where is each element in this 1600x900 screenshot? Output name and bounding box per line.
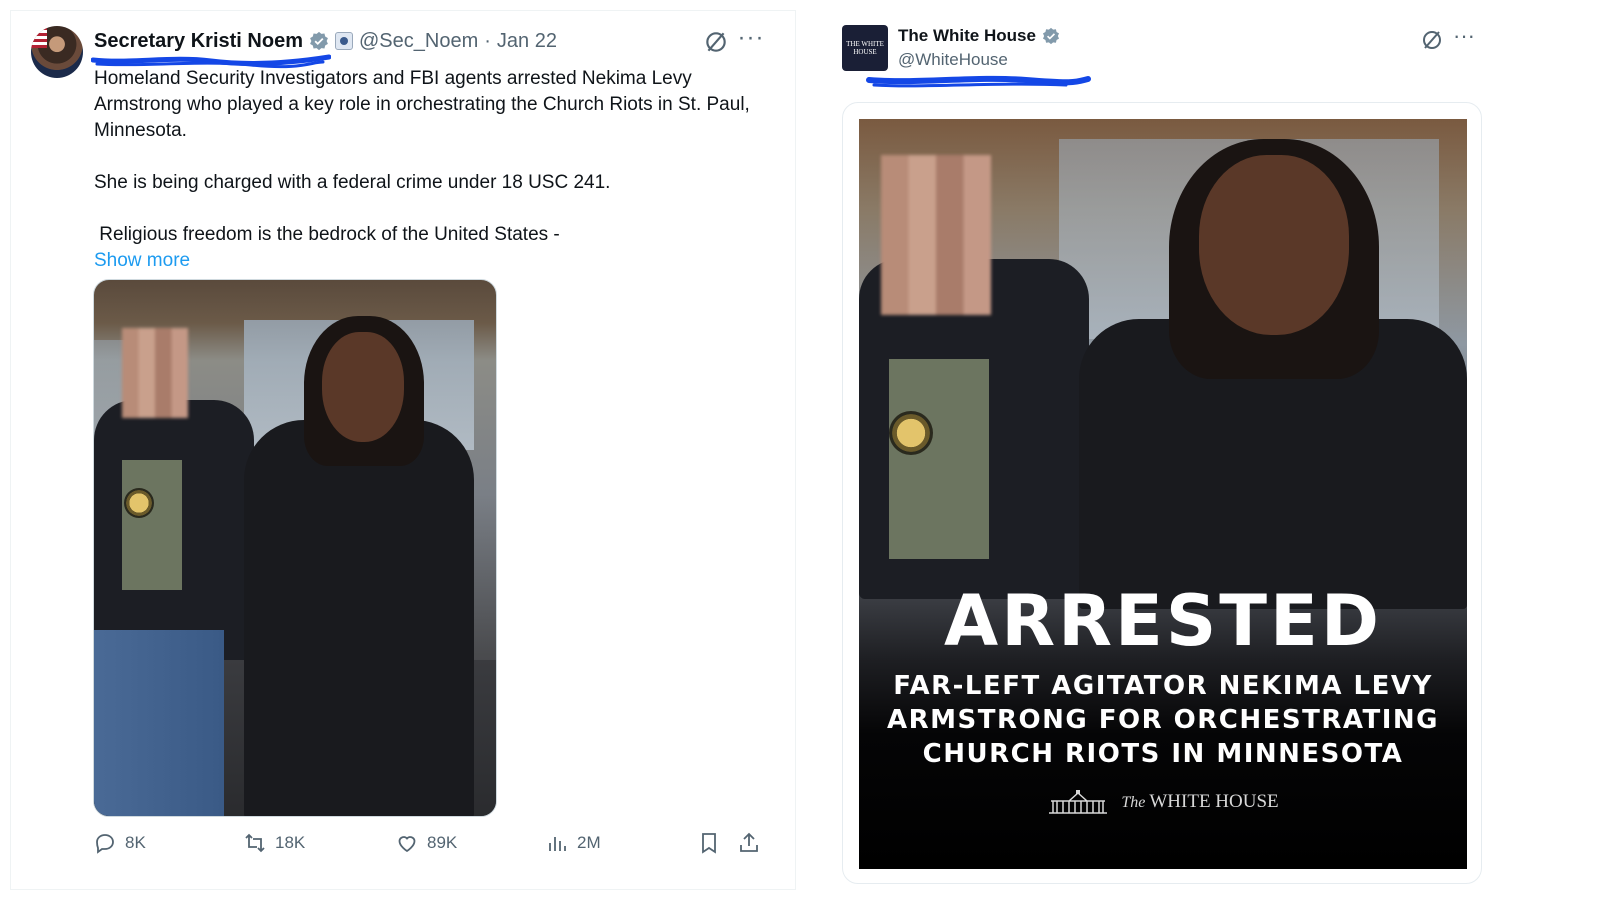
white-house-building-icon bbox=[1049, 790, 1108, 814]
tweet-text: Homeland Security Investigators and FBI … bbox=[94, 66, 754, 274]
grok-icon[interactable] bbox=[703, 29, 729, 55]
handle[interactable]: @WhiteHouse bbox=[898, 50, 1008, 70]
display-name[interactable]: The White House bbox=[898, 26, 1036, 46]
like-icon bbox=[398, 836, 416, 853]
timestamp[interactable]: Jan 22 bbox=[497, 30, 557, 53]
repost-button[interactable]: 18K bbox=[243, 831, 305, 855]
tweet-paragraph: Homeland Security Investigators and FBI … bbox=[94, 68, 750, 141]
verified-icon bbox=[1042, 27, 1059, 45]
verified-icon bbox=[310, 31, 328, 51]
more-icon[interactable]: ··· bbox=[1452, 25, 1476, 52]
logo-prefix: The bbox=[1121, 794, 1146, 811]
overlay-line: CHURCH RIOTS IN MINNESOTA bbox=[922, 739, 1404, 769]
logo-text: WHITE HOUSE bbox=[1149, 791, 1279, 812]
photo-scene bbox=[94, 280, 496, 816]
overlay-headline: ARRESTED bbox=[944, 580, 1382, 662]
view-count: 2M bbox=[577, 833, 601, 852]
separator: · bbox=[484, 29, 491, 52]
scribble-underline bbox=[866, 75, 1091, 88]
overlay-line: FAR-LEFT AGITATOR NEKIMA LEVY bbox=[893, 671, 1433, 701]
media-card[interactable]: ARRESTED FAR-LEFT AGITATOR NEKIMA LEVY A… bbox=[842, 102, 1482, 884]
like-count: 89K bbox=[427, 833, 458, 852]
action-bar: 8K 18K 89K 2M bbox=[93, 831, 769, 861]
bookmark-icon bbox=[702, 833, 716, 854]
government-badge-icon bbox=[334, 32, 353, 50]
tweet-paragraph: She is being charged with a federal crim… bbox=[94, 172, 611, 193]
tweet-paragraph: Religious freedom is the bedrock of the … bbox=[94, 224, 560, 245]
tweet-header: The White House bbox=[898, 26, 1060, 46]
bookmark-button[interactable] bbox=[697, 831, 729, 855]
reply-count: 8K bbox=[125, 833, 146, 852]
flag-icon bbox=[31, 26, 47, 48]
grok-icon[interactable] bbox=[1420, 28, 1444, 52]
share-icon bbox=[740, 832, 758, 852]
avatar[interactable] bbox=[31, 26, 83, 78]
show-more-link[interactable]: Show more bbox=[94, 248, 754, 274]
tweet-photo[interactable] bbox=[93, 279, 497, 817]
white-house-logo-text: The WHITE HOUSE bbox=[1121, 791, 1278, 813]
tweet-image[interactable]: ARRESTED FAR-LEFT AGITATOR NEKIMA LEVY A… bbox=[859, 119, 1467, 869]
reply-button[interactable]: 8K bbox=[93, 831, 146, 855]
avatar[interactable]: THE WHITE HOUSE bbox=[842, 25, 888, 71]
more-icon[interactable]: ··· bbox=[737, 26, 765, 55]
white-house-logo: The WHITE HOUSE bbox=[859, 789, 1467, 815]
handle[interactable]: @Sec_Noem bbox=[359, 30, 478, 53]
like-button[interactable]: 89K bbox=[395, 831, 457, 855]
overlay-line: ARMSTRONG FOR ORCHESTRATING bbox=[886, 705, 1439, 735]
repost-count: 18K bbox=[275, 833, 306, 852]
views-icon bbox=[549, 837, 566, 851]
repost-icon bbox=[245, 833, 265, 853]
left-tweet[interactable]: Secretary Kristi Noem @Sec_Noem · Jan 22… bbox=[10, 10, 796, 890]
views-button[interactable]: 2M bbox=[545, 831, 601, 855]
reply-icon bbox=[96, 834, 114, 854]
overlay-subheadline: FAR-LEFT AGITATOR NEKIMA LEVY ARMSTRONG … bbox=[859, 669, 1467, 771]
share-button[interactable] bbox=[737, 831, 769, 855]
right-tweet[interactable]: THE WHITE HOUSE The White House @WhiteHo… bbox=[842, 10, 1502, 890]
